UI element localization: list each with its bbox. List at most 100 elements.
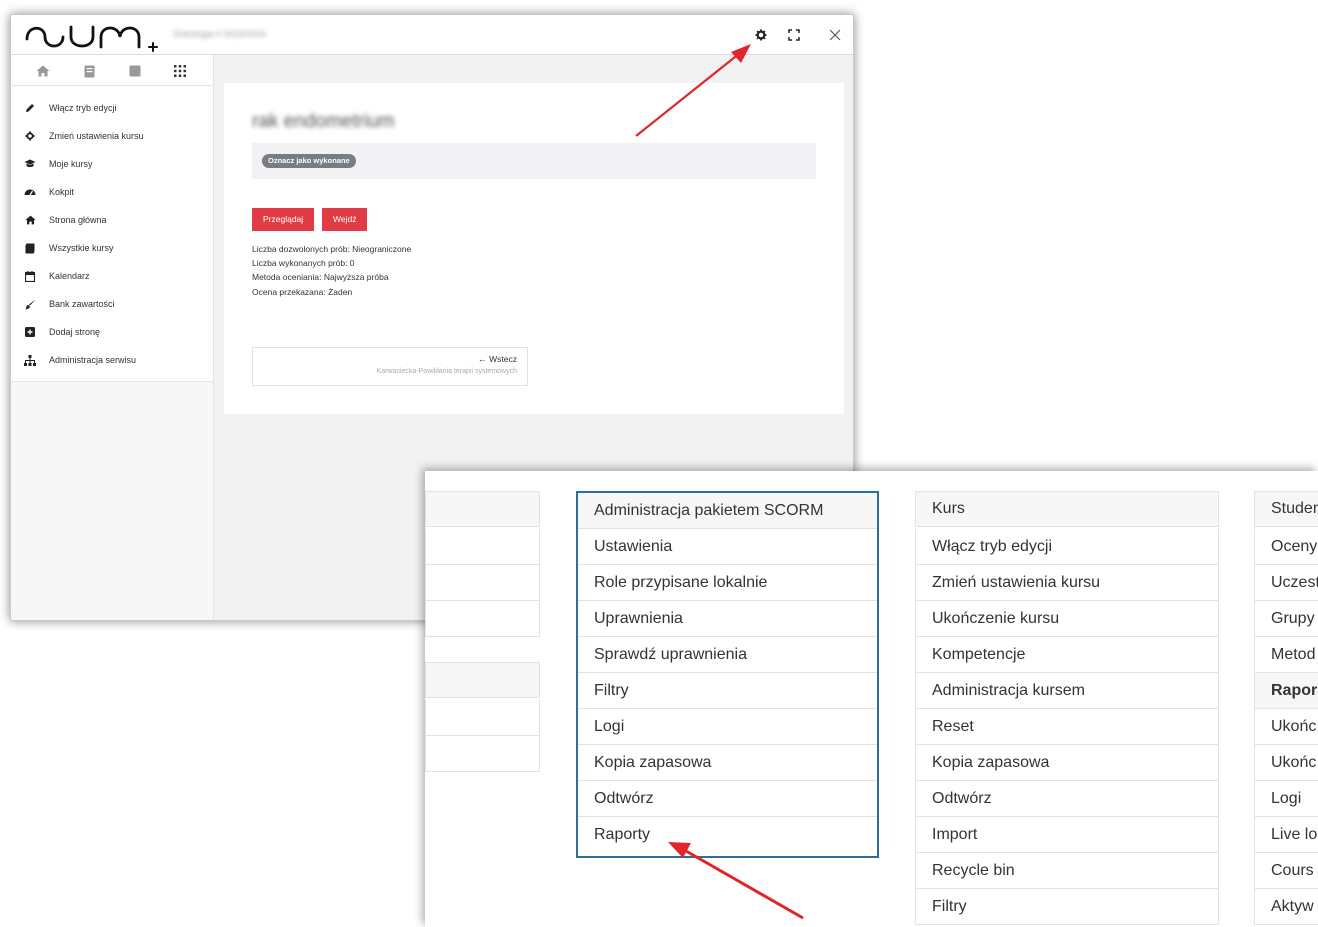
- book-icon[interactable]: [80, 62, 98, 80]
- list-item[interactable]: Oceny: [1254, 529, 1318, 565]
- completion-bar: Oznacz jako wykonane: [252, 143, 816, 179]
- activity-navigation[interactable]: ← Wstecz Karwasiecka-Powikłania terapii …: [252, 347, 528, 386]
- sidebar-item-home[interactable]: Strona główna: [23, 211, 107, 229]
- list-item[interactable]: Grupy: [1254, 601, 1318, 637]
- sidebar-item-calendar[interactable]: Kalendarz: [23, 267, 90, 285]
- list-item[interactable]: Cours: [1254, 853, 1318, 889]
- grading-method: Metoda oceniania: Najwyższa próba: [252, 272, 389, 282]
- list-item[interactable]: Ukońc: [1254, 745, 1318, 781]
- attempts-allowed: Liczba dozwolonych prób: Nieograniczone: [252, 244, 412, 254]
- sidebar-item-label: Moje kursy: [49, 159, 93, 169]
- sidebar-empty-area: [11, 382, 214, 620]
- page-title: rak endometrium: [252, 111, 395, 132]
- scorm-menu-permissions[interactable]: Uprawnienia: [578, 601, 877, 637]
- sidebar-nav: Włącz tryb edycji Zmień ustawienia kursu…: [11, 86, 214, 382]
- apps-grid-icon[interactable]: [171, 62, 189, 80]
- course-menu-administration[interactable]: Administracja kursem: [915, 673, 1219, 709]
- list-item[interactable]: [425, 700, 540, 736]
- list-item[interactable]: Metod: [1254, 637, 1318, 673]
- course-menu-import[interactable]: Import: [915, 817, 1219, 853]
- home-icon: [23, 213, 37, 227]
- list-item[interactable]: Logi: [1254, 781, 1318, 817]
- scorm-menu-filters[interactable]: Filtry: [578, 673, 877, 709]
- fullscreen-icon[interactable]: [784, 25, 804, 45]
- sidebar-item-edit-mode[interactable]: Włącz tryb edycji: [23, 99, 117, 117]
- course-menu-recycle-bin[interactable]: Recycle bin: [915, 853, 1219, 889]
- mark-done-button[interactable]: Oznacz jako wykonane: [262, 154, 356, 168]
- dashboard-icon: [23, 185, 37, 199]
- list-item[interactable]: [425, 491, 540, 527]
- graduation-cap-icon: [23, 157, 37, 171]
- course-menu-completion[interactable]: Ukończenie kursu: [915, 601, 1219, 637]
- screenshot-stage: { "window1": { "logo_text": "sum+", "bre…: [0, 0, 1318, 927]
- students-menu-header[interactable]: Studen: [1254, 491, 1318, 527]
- attempts-made: Liczba wykonanych prób: 0: [252, 258, 355, 268]
- sidebar-item-content-bank[interactable]: Bank zawartości: [23, 295, 115, 313]
- square-icon[interactable]: [126, 62, 144, 80]
- sidebar-item-site-admin[interactable]: Administracja serwisu: [23, 351, 136, 369]
- sidebar-item-label: Administracja serwisu: [49, 355, 137, 365]
- scorm-menu-header[interactable]: Administracja pakietem SCORM: [578, 493, 877, 529]
- activity-content: rak endometrium Oznacz jako wykonane Prz…: [224, 83, 844, 414]
- gear-icon[interactable]: [751, 25, 771, 45]
- breadcrumb[interactable]: Onkologia II 2023/2024: [173, 29, 266, 39]
- archive-icon: [23, 241, 37, 255]
- scorm-menu-backup[interactable]: Kopia zapasowa: [578, 745, 877, 781]
- sidebar-item-label: Zmień ustawienia kursu: [49, 131, 144, 141]
- sidebar-item-label: Strona główna: [49, 215, 107, 225]
- drawer-toolbar: [11, 55, 214, 86]
- pencil-icon: [23, 101, 37, 115]
- calendar-icon: [23, 269, 37, 283]
- home-icon[interactable]: [34, 62, 52, 80]
- list-item[interactable]: [425, 601, 540, 637]
- list-item[interactable]: Rapor: [1254, 673, 1318, 709]
- scorm-menu-check-permissions[interactable]: Sprawdź uprawnienia: [578, 637, 877, 673]
- course-menu-edit-mode[interactable]: Włącz tryb edycji: [915, 529, 1219, 565]
- course-header: Onkologia II 2023/2024: [11, 15, 853, 55]
- scorm-menu-logs[interactable]: Logi: [578, 709, 877, 745]
- list-item[interactable]: Uczest: [1254, 565, 1318, 601]
- sidebar-item-label: Włącz tryb edycji: [49, 103, 117, 113]
- sidebar-item-all-courses[interactable]: Wszystkie kursy: [23, 239, 114, 257]
- list-item[interactable]: [425, 529, 540, 565]
- sidebar-item-label: Dodaj stronę: [49, 327, 101, 337]
- sidebar-item-add-page[interactable]: Dodaj stronę: [23, 323, 100, 341]
- plus-square-icon: [23, 325, 37, 339]
- sidebar-item-label: Bank zawartości: [49, 299, 115, 309]
- course-menu-filters[interactable]: Filtry: [915, 889, 1219, 925]
- sidebar-item-course-settings[interactable]: Zmień ustawienia kursu: [23, 127, 144, 145]
- scorm-admin-menu: Administracja pakietem SCORM Ustawienia …: [576, 491, 879, 858]
- close-icon[interactable]: [825, 25, 845, 45]
- sidebar-item-my-courses[interactable]: Moje kursy: [23, 155, 93, 173]
- scorm-menu-settings[interactable]: Ustawienia: [578, 529, 877, 565]
- enter-button[interactable]: Wejdź: [322, 208, 368, 231]
- back-link[interactable]: ← Wstecz: [478, 354, 517, 364]
- list-item[interactable]: [425, 565, 540, 601]
- scorm-menu-restore[interactable]: Odtwórz: [578, 781, 877, 817]
- list-item[interactable]: Ukońc: [1254, 709, 1318, 745]
- course-menu-settings[interactable]: Zmień ustawienia kursu: [915, 565, 1219, 601]
- list-item[interactable]: [425, 662, 540, 698]
- review-button[interactable]: Przeglądaj: [252, 208, 315, 231]
- sidebar-item-label: Wszystkie kursy: [49, 243, 114, 253]
- course-menu-competencies[interactable]: Kompetencje: [915, 637, 1219, 673]
- course-menu-header[interactable]: Kurs: [915, 491, 1219, 527]
- course-menu-reset[interactable]: Reset: [915, 709, 1219, 745]
- sidebar-item-label: Kokpit: [49, 187, 75, 197]
- course-menu-backup[interactable]: Kopia zapasowa: [915, 745, 1219, 781]
- scorm-menu-local-roles[interactable]: Role przypisane lokalnie: [578, 565, 877, 601]
- sum-logo: [25, 25, 158, 52]
- sidebar-item-label: Kalendarz: [49, 271, 90, 281]
- list-item[interactable]: Aktyw: [1254, 889, 1318, 925]
- admin-menus-panel: Administracja pakietem SCORM Ustawienia …: [425, 471, 1318, 927]
- sidebar-item-dashboard[interactable]: Kokpit: [23, 183, 74, 201]
- brush-icon: [23, 297, 37, 311]
- scorm-menu-reports[interactable]: Raporty: [578, 817, 877, 853]
- previous-activity-link[interactable]: Karwasiecka-Powikłania terapii systemowy…: [377, 368, 517, 375]
- gear-icon: [23, 129, 37, 143]
- grade-reported: Ocena przekazana: Żaden: [252, 287, 353, 297]
- sitemap-icon: [23, 353, 37, 367]
- list-item[interactable]: Live lo: [1254, 817, 1318, 853]
- course-menu-restore[interactable]: Odtwórz: [915, 781, 1219, 817]
- list-item[interactable]: [425, 736, 540, 772]
